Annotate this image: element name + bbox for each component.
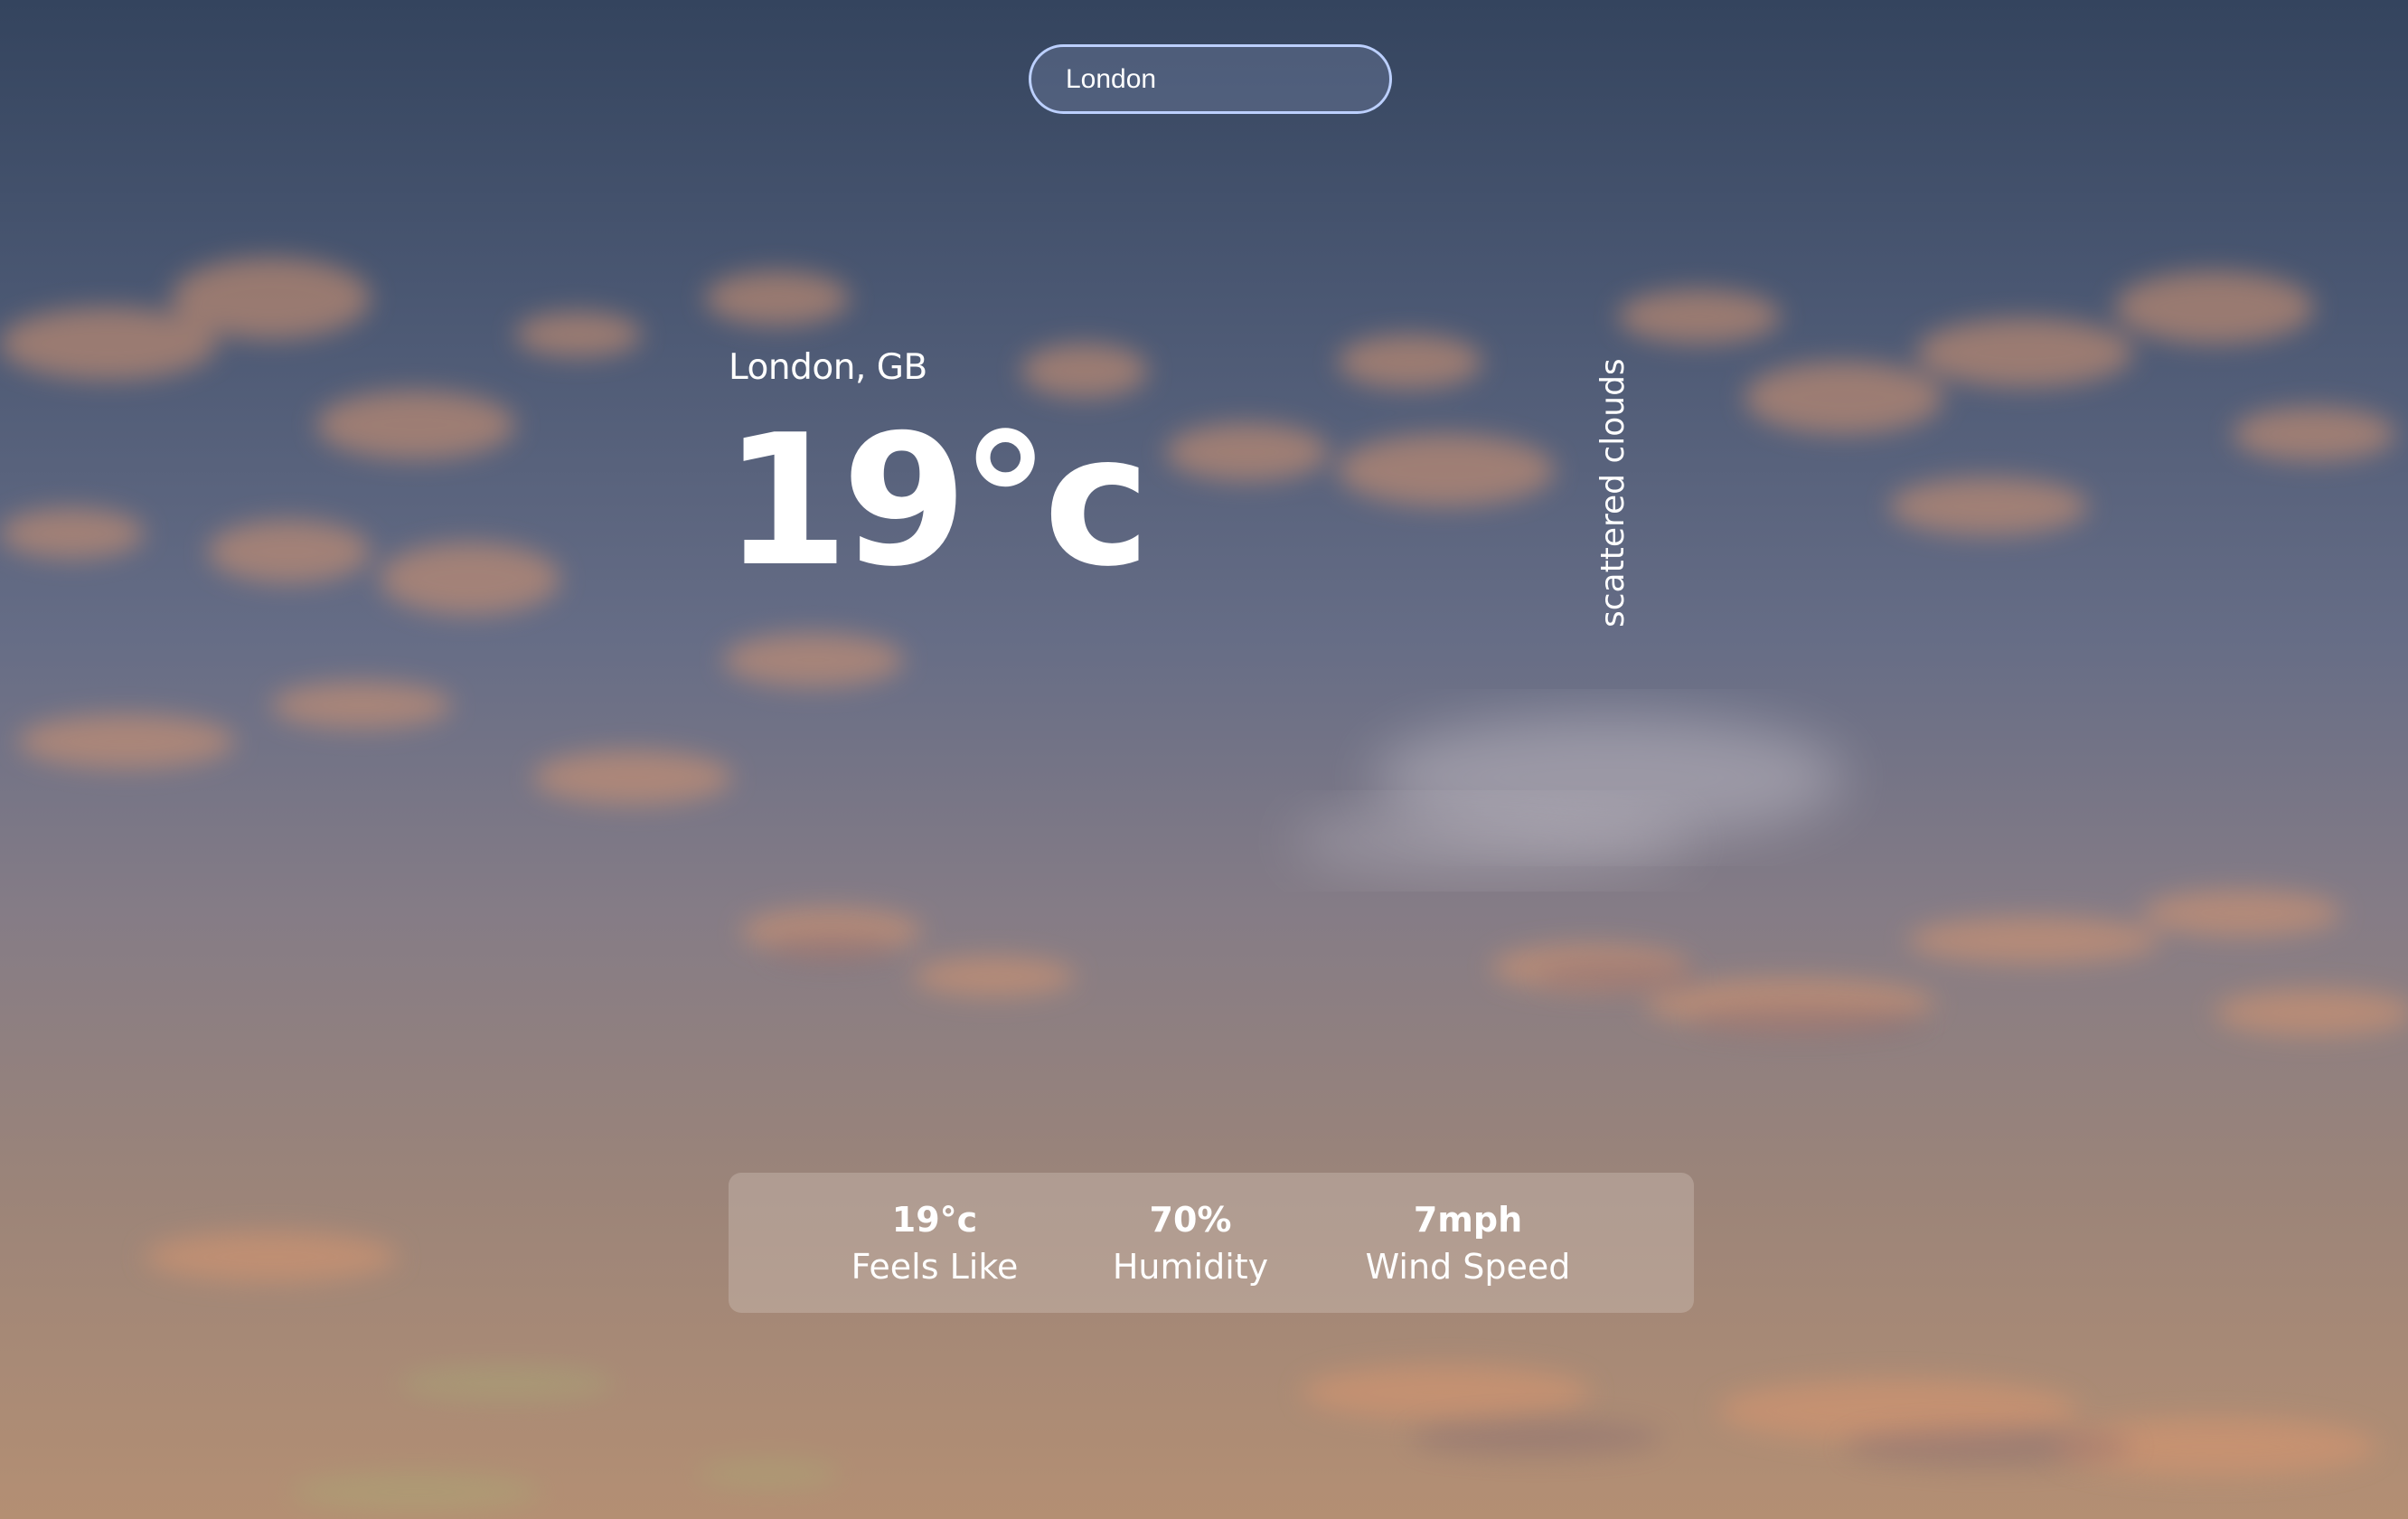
location-label: London, GB — [729, 347, 927, 388]
temperature-display: 19°c — [723, 396, 1151, 607]
humidity-label: Humidity — [1112, 1247, 1269, 1287]
humidity-stat: 70% Humidity — [1113, 1196, 1268, 1290]
wind-speed-label: Wind Speed — [1365, 1247, 1571, 1287]
wind-speed-value: 7mph — [1413, 1200, 1523, 1240]
city-search-input[interactable] — [1029, 44, 1392, 114]
weather-stats-card: 19°c Feels Like 70% Humidity 7mph Wind S… — [729, 1173, 1694, 1313]
humidity-value: 70% — [1149, 1200, 1232, 1240]
weather-description: scattered clouds — [1594, 358, 1632, 627]
feels-like-value: 19°c — [891, 1200, 978, 1240]
wind-speed-stat: 7mph Wind Speed — [1366, 1196, 1571, 1290]
feels-like-stat: 19°c Feels Like — [851, 1196, 1019, 1290]
feels-like-label: Feels Like — [851, 1247, 1019, 1287]
